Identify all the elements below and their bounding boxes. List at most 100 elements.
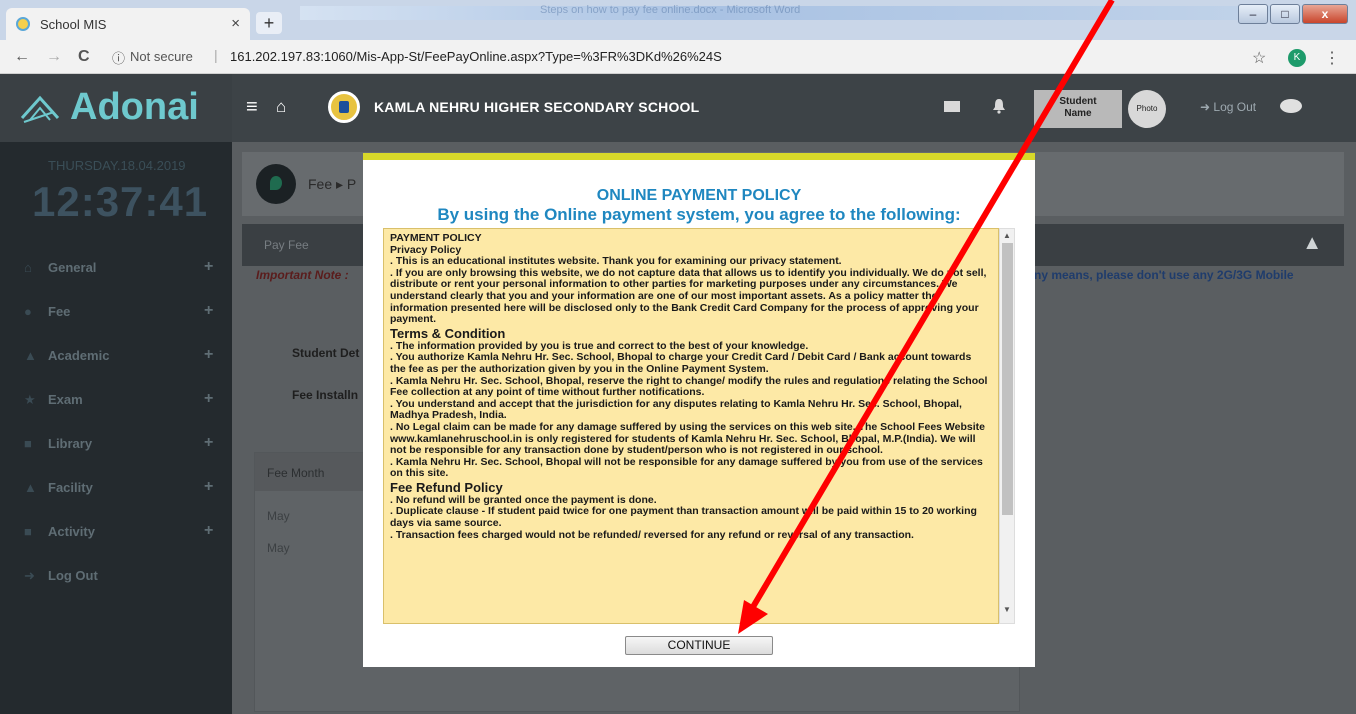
home-icon[interactable]: ⌂ (276, 97, 286, 117)
policy-content: PAYMENT POLICY Privacy Policy . This is … (390, 232, 988, 541)
app-header: Adonai ≡ ⌂ KAMLA NEHRU HIGHER SECONDARY … (0, 74, 1356, 142)
student-name-button[interactable]: Student Name (1034, 90, 1122, 128)
modal-title: ONLINE PAYMENT POLICY (596, 187, 802, 204)
header-logout-label: Log Out (1213, 100, 1257, 114)
back-icon[interactable]: ← (14, 48, 30, 66)
bell-icon[interactable] (992, 98, 1006, 114)
expand-plus-icon[interactable]: + (204, 522, 213, 540)
menu-toggle-icon[interactable]: ≡ (246, 96, 258, 119)
student-name-line2: Name (1064, 108, 1092, 119)
sidebar-item-academic[interactable]: ▲ Academic + (0, 336, 232, 376)
student-details-label: Student Det (292, 346, 360, 360)
tab-title: School MIS (40, 17, 107, 32)
expand-plus-icon[interactable]: + (204, 434, 213, 452)
info-icon[interactable]: ⓘ (112, 48, 125, 67)
school-name: KAMLA NEHRU HIGHER SECONDARY SCHOOL (374, 99, 700, 115)
scroll-down-icon[interactable]: ▼ (1003, 605, 1011, 614)
profile-avatar[interactable]: K (1288, 49, 1306, 67)
school-crest-icon (328, 91, 360, 123)
policy-line: . If you are only browsing this website,… (390, 266, 987, 326)
breadcrumb-text[interactable]: Fee ▸ P (308, 176, 356, 193)
address-bar[interactable]: ⓘ Not secure | 161.202.197.83:1060/Mis-A… (112, 44, 1272, 70)
student-name-line1: Student (1059, 96, 1097, 107)
close-window-button[interactable]: x (1302, 4, 1348, 24)
brand-arrow-icon (20, 95, 60, 123)
favicon-icon (16, 17, 30, 31)
minimize-button[interactable]: – (1238, 4, 1268, 24)
sidebar-clock: 12:37:41 (32, 178, 209, 225)
bookmark-star-icon[interactable]: ☆ (1252, 48, 1266, 68)
mail-icon[interactable] (944, 101, 960, 112)
logout-icon: ➜ (24, 568, 35, 583)
sidebar-item-general[interactable]: ⌂ General + (0, 248, 232, 288)
sidebar-item-label: Activity (48, 524, 95, 539)
fee-section-icon (256, 164, 296, 204)
panel-title: Pay Fee (264, 238, 309, 252)
expand-plus-icon[interactable]: + (204, 390, 213, 408)
sidebar-item-label: Facility (48, 480, 93, 495)
sidebar-item-library[interactable]: ■ Library + (0, 424, 232, 464)
table-row: May (267, 541, 290, 555)
forward-icon[interactable]: → (46, 48, 62, 66)
url-separator: | (214, 47, 218, 63)
modal-subtitle: By using the Online payment system, you … (437, 205, 961, 224)
browser-tab[interactable]: School MIS × (6, 8, 250, 40)
fee-installment-label: Fee Installn (292, 388, 359, 402)
avatar[interactable]: Photo (1128, 90, 1166, 128)
continue-button[interactable]: CONTINUE (625, 636, 773, 655)
maximize-button[interactable]: □ (1270, 4, 1300, 24)
sidebar-item-label: Library (48, 436, 93, 451)
activity-icon: ■ (24, 524, 32, 539)
expand-plus-icon[interactable]: + (204, 346, 213, 364)
logout-icon: ➜ (1200, 100, 1214, 114)
scrollbar-thumb[interactable] (1002, 243, 1013, 515)
sidebar: THURSDAY.18.04.2019 12:37:41 ⌂ General +… (0, 142, 232, 714)
important-note-text: ny means, please don't use any 2G/3G Mob… (1034, 268, 1294, 282)
reload-icon[interactable]: C (78, 48, 90, 66)
fee-icon: ● (24, 304, 32, 319)
expand-plus-icon[interactable]: + (204, 302, 213, 320)
chat-icon[interactable] (1280, 99, 1302, 113)
terms-heading: Terms & Condition (390, 325, 506, 341)
fee-month-header: Fee Month (267, 466, 325, 480)
sidebar-item-exam[interactable]: ★ Exam + (0, 380, 232, 420)
sidebar-item-activity[interactable]: ■ Activity + (0, 512, 232, 552)
sidebar-item-label: Academic (48, 348, 110, 363)
tab-close-icon[interactable]: × (231, 15, 240, 32)
facility-icon: ▲ (24, 480, 37, 495)
collapse-chevron-icon[interactable]: ▲ (1302, 232, 1322, 255)
refund-heading: Fee Refund Policy (390, 479, 503, 495)
policy-heading: PAYMENT POLICY (390, 232, 482, 244)
sidebar-date: THURSDAY.18.04.2019 (48, 158, 186, 173)
sidebar-item-label: General (48, 260, 97, 275)
policy-line: . Duplicate clause - If student paid twi… (390, 505, 977, 530)
brand-name: Adonai (70, 86, 199, 128)
browser-menu-icon[interactable]: ⋮ (1324, 48, 1340, 68)
payment-policy-modal: ONLINE PAYMENT POLICY By using the Onlin… (363, 153, 1035, 667)
sidebar-item-facility[interactable]: ▲ Facility + (0, 468, 232, 508)
window-titlebar (300, 6, 1340, 20)
academic-icon: ▲ (24, 348, 37, 363)
table-row: May (267, 509, 290, 523)
library-icon: ■ (24, 436, 32, 451)
expand-plus-icon[interactable]: + (204, 258, 213, 276)
not-secure-label: Not secure (130, 49, 193, 64)
browser-tabbar: Steps on how to pay fee online.docx - Mi… (0, 0, 1356, 40)
policy-line: . You understand and accept that the jur… (390, 397, 962, 422)
scroll-up-icon[interactable]: ▲ (1003, 231, 1011, 240)
sidebar-item-fee[interactable]: ● Fee + (0, 292, 232, 332)
brand-logo[interactable]: Adonai (0, 74, 232, 142)
header-logout-link[interactable]: ➜ Log Out (1200, 100, 1256, 114)
new-tab-button[interactable]: + (256, 12, 282, 34)
home-icon: ⌂ (24, 260, 32, 275)
policy-line: . Kamla Nehru Hr. Sec. School, Bhopal, r… (390, 374, 988, 399)
sidebar-item-logout[interactable]: ➜ Log Out (0, 556, 232, 596)
url-text[interactable]: 161.202.197.83:1060/Mis-App-St/FeePayOnl… (230, 49, 722, 64)
policy-textbox[interactable]: PAYMENT POLICY Privacy Policy . This is … (383, 228, 999, 624)
expand-plus-icon[interactable]: + (204, 478, 213, 496)
policy-scrollbar[interactable]: ▲ ▼ (999, 228, 1015, 624)
important-note-label: Important Note : (256, 268, 349, 282)
star-icon: ★ (24, 392, 36, 407)
policy-line: . Kamla Nehru Hr. Sec. School, Bhopal wi… (390, 455, 983, 480)
sidebar-item-label: Log Out (48, 568, 98, 583)
